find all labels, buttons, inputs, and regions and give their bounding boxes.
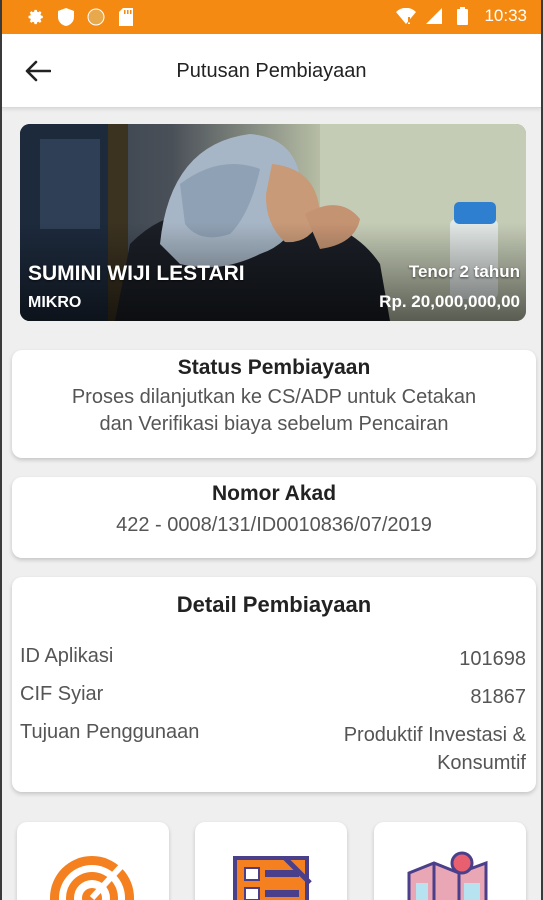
contract-number-value: 422 - 0008/131/ID0010836/07/2019	[116, 514, 432, 536]
status-title: Status Pembiayaan	[177, 356, 371, 379]
signal-icon	[424, 6, 444, 26]
target-icon	[50, 856, 134, 900]
status-time: 10:33	[484, 6, 527, 25]
status-text-line1: Proses dilanjutkan ke CS/ADP untuk Cetak…	[71, 386, 477, 408]
menu-tile-target[interactable]	[17, 822, 169, 900]
financing-amount: Rp. 20,000,000,00	[379, 292, 520, 311]
detail-label: ID Aplikasi	[20, 645, 114, 667]
contract-number-card: Nomor Akad 422 - 0008/131/ID0010836/07/2…	[12, 477, 536, 558]
detail-value-line1: Produktif Investasi &	[343, 724, 526, 746]
detail-value-line2: Konsumtif	[437, 752, 526, 774]
map-icon	[407, 851, 488, 900]
page-title: Putusan Pembiayaan	[176, 60, 367, 82]
tenor-label: Tenor 2 tahun	[408, 262, 520, 281]
wifi-icon	[396, 6, 417, 26]
detail-value: 81867	[470, 686, 526, 708]
circle-icon	[86, 7, 106, 27]
menu-tile-checklist[interactable]	[195, 822, 347, 900]
menu-tile-map[interactable]	[374, 822, 526, 900]
detail-title: Detail Pembiayaan	[176, 592, 372, 617]
app-screen: 10:33 Putusan Pembiayaan SUMINI WIJI LES…	[2, 0, 541, 900]
financing-detail-card: Detail Pembiayaan ID Aplikasi 101698 CIF…	[12, 577, 536, 792]
financing-type: MIKRO	[28, 294, 82, 311]
checklist-icon	[233, 856, 312, 900]
detail-label: CIF Syiar	[20, 683, 104, 705]
shield-icon	[56, 7, 76, 27]
app-bar: Putusan Pembiayaan	[2, 34, 541, 108]
status-text-line2: dan Verifikasi biaya sebelum Pencairan	[99, 413, 449, 435]
customer-name: SUMINI WIJI LESTARI	[28, 262, 245, 285]
battery-icon	[452, 6, 472, 26]
status-bar: 10:33	[2, 0, 541, 34]
status-card: Status Pembiayaan Proses dilanjutkan ke …	[12, 350, 536, 458]
gear-icon	[26, 7, 46, 27]
detail-value: Produktif Investasi & Konsumtif	[344, 721, 526, 777]
customer-banner: SUMINI WIJI LESTARI MIKRO Tenor 2 tahun …	[20, 124, 526, 321]
sd-card-icon	[116, 7, 136, 27]
detail-label: Tujuan Penggunaan	[20, 721, 200, 743]
contract-number-title: Nomor Akad	[211, 482, 337, 505]
detail-value: 101698	[459, 648, 526, 670]
